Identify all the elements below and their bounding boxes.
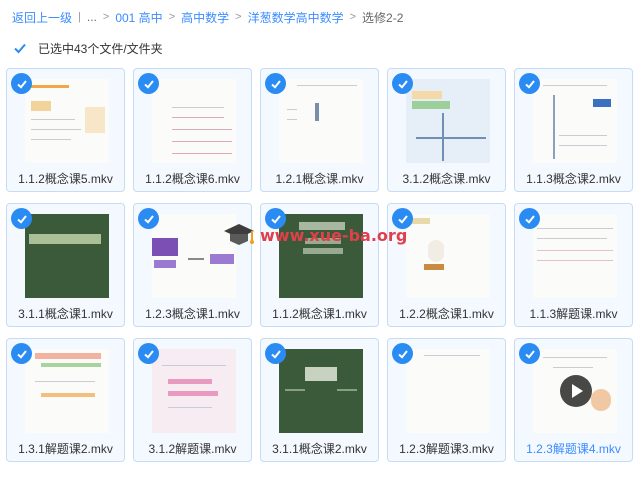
file-name[interactable]: 1.2.3解题课3.mkv xyxy=(388,440,505,457)
video-thumbnail xyxy=(152,79,236,163)
file-name[interactable]: 1.1.2概念课1.mkv xyxy=(261,305,378,322)
breadcrumb: 返回上一级 | ... > 001 高中 > 高中数学 > 洋葱数学高中数学 >… xyxy=(12,9,403,25)
selected-check-icon[interactable] xyxy=(392,73,413,94)
selected-check-icon[interactable] xyxy=(138,343,159,364)
play-icon[interactable] xyxy=(560,375,592,407)
file-name[interactable]: 3.1.1概念课2.mkv xyxy=(261,440,378,457)
file-name[interactable]: 1.2.1概念课.mkv xyxy=(261,170,378,187)
chevron-right-icon: > xyxy=(349,11,357,23)
chevron-right-icon: > xyxy=(168,11,176,23)
file-item[interactable]: 3.1.2解题课.mkv xyxy=(133,338,252,462)
video-thumbnail xyxy=(533,214,617,298)
video-thumbnail xyxy=(406,214,490,298)
file-name[interactable]: 1.1.2概念课5.mkv xyxy=(7,170,124,187)
selected-check-icon[interactable] xyxy=(265,73,286,94)
selected-check-icon[interactable] xyxy=(519,343,540,364)
file-item[interactable]: 1.2.3解题课4.mkv xyxy=(514,338,633,462)
watermark-text: www.xue-ba.org xyxy=(260,225,408,245)
selected-check-icon[interactable] xyxy=(265,343,286,364)
chevron-right-icon: > xyxy=(235,11,242,23)
selected-check-icon[interactable] xyxy=(11,208,32,229)
breadcrumb-item-onion-math[interactable]: 洋葱数学高中数学 xyxy=(248,9,344,26)
file-item[interactable]: 1.1.2概念课5.mkv xyxy=(6,68,125,192)
selected-check-icon[interactable] xyxy=(11,73,32,94)
breadcrumb-current: 选修2-2 xyxy=(362,10,404,25)
video-thumbnail xyxy=(533,349,617,433)
file-name[interactable]: 1.1.3概念课2.mkv xyxy=(515,170,632,187)
file-item[interactable]: 1.3.1解题课2.mkv xyxy=(6,338,125,462)
breadcrumb-separator: | xyxy=(78,11,81,23)
chevron-right-icon: > xyxy=(102,11,110,23)
file-item[interactable]: 1.1.2概念课6.mkv xyxy=(133,68,252,192)
selected-check-icon[interactable] xyxy=(138,73,159,94)
file-name[interactable]: 1.2.3解题课4.mkv xyxy=(515,440,632,457)
file-name[interactable]: 3.1.1概念课1.mkv xyxy=(7,305,124,322)
file-item[interactable]: 1.1.3概念课2.mkv xyxy=(514,68,633,192)
video-thumbnail xyxy=(406,79,490,163)
selection-bar: 已选中43个文件/文件夹 xyxy=(14,40,163,56)
video-thumbnail xyxy=(25,79,109,163)
file-name[interactable]: 1.2.2概念课1.mkv xyxy=(388,305,505,322)
back-link[interactable]: 返回上一级 xyxy=(12,9,72,26)
video-thumbnail xyxy=(279,349,363,433)
file-name[interactable]: 3.1.2概念课.mkv xyxy=(388,170,505,187)
breadcrumb-item-001[interactable]: 001 高中 xyxy=(115,9,162,26)
file-item[interactable]: 1.2.1概念课.mkv xyxy=(260,68,379,192)
select-all-checkbox[interactable] xyxy=(14,42,26,54)
file-name[interactable]: 3.1.2解题课.mkv xyxy=(134,440,251,457)
selected-check-icon[interactable] xyxy=(519,208,540,229)
file-item[interactable]: 1.2.3解题课3.mkv xyxy=(387,338,506,462)
file-name[interactable]: 1.2.3概念课1.mkv xyxy=(134,305,251,322)
selected-check-icon[interactable] xyxy=(392,343,413,364)
file-item[interactable]: 3.1.1概念课1.mkv xyxy=(6,203,125,327)
video-thumbnail xyxy=(406,349,490,433)
selected-check-icon[interactable] xyxy=(11,343,32,364)
selection-count: 已选中43个文件/文件夹 xyxy=(38,41,163,56)
file-name[interactable]: 1.1.3解题课.mkv xyxy=(515,305,632,322)
selected-check-icon[interactable] xyxy=(138,208,159,229)
watermark: www.xue-ba.org xyxy=(222,222,407,248)
file-name[interactable]: 1.3.1解题课2.mkv xyxy=(7,440,124,457)
video-thumbnail xyxy=(25,349,109,433)
breadcrumb-ellipsis[interactable]: ... xyxy=(87,10,97,24)
video-thumbnail xyxy=(152,349,236,433)
video-thumbnail xyxy=(533,79,617,163)
graduation-cap-icon xyxy=(224,224,254,245)
file-item[interactable]: 3.1.1概念课2.mkv xyxy=(260,338,379,462)
selected-check-icon[interactable] xyxy=(519,73,540,94)
checkmark-icon xyxy=(14,43,26,54)
video-thumbnail xyxy=(279,79,363,163)
breadcrumb-item-math[interactable]: 高中数学 xyxy=(181,9,229,26)
file-name[interactable]: 1.1.2概念课6.mkv xyxy=(134,170,251,187)
file-item[interactable]: 1.1.3解题课.mkv xyxy=(514,203,633,327)
file-item[interactable]: 3.1.2概念课.mkv xyxy=(387,68,506,192)
video-thumbnail xyxy=(25,214,109,298)
